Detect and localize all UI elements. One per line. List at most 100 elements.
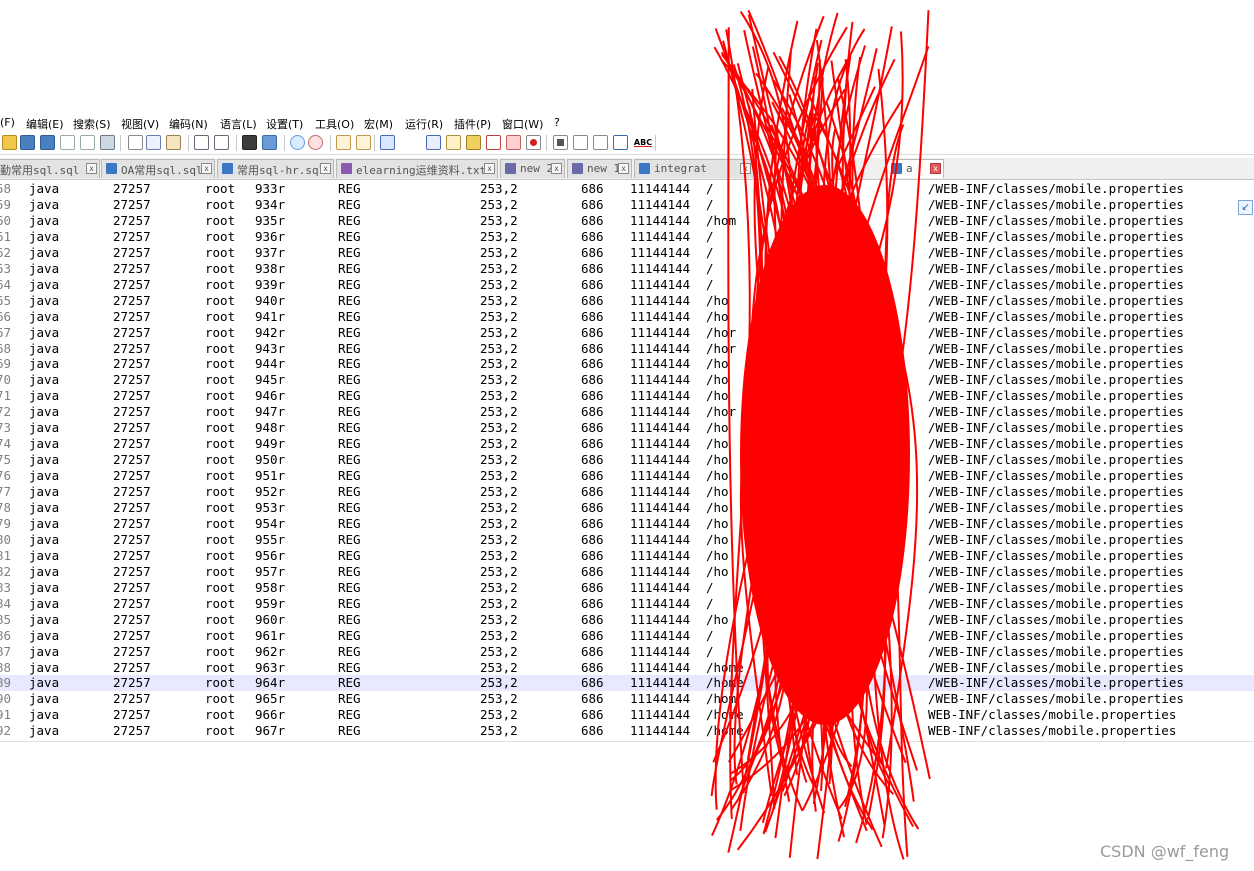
close-tab-icon[interactable]: x xyxy=(551,163,562,174)
menu-item-4[interactable]: 编码(N) xyxy=(169,116,208,132)
cut-icon[interactable] xyxy=(128,135,143,150)
editor-line[interactable]: 61 java 27257 root 936r REG 253,2 686 11144144 / /… xyxy=(0,229,1254,245)
monitor-icon[interactable] xyxy=(506,135,521,150)
menu-item-11[interactable]: 窗口(W) xyxy=(502,116,543,132)
find-icon[interactable] xyxy=(242,135,257,150)
menu-item-7[interactable]: 工具(O) xyxy=(315,116,354,132)
editor-line[interactable]: 90 java 27257 root 965r REG 253,2 686 11144144/h… xyxy=(0,691,1254,707)
editor-area[interactable]: 58java27257root933rREG253,268611144144//… xyxy=(0,180,1254,740)
editor-line[interactable]: 77 java 27257 root 952r REG 253,2 686 11144144/h… xyxy=(0,484,1254,500)
copy-icon[interactable] xyxy=(146,135,161,150)
editor-line-current[interactable]: 89 java 27257 root 964r REG 253,2 686 11144144/h… xyxy=(0,675,1254,692)
editor-line[interactable]: 84 java 27257 root 959r REG 253,2 686 11144144 / /… xyxy=(0,596,1254,612)
stop-record-icon[interactable] xyxy=(553,135,568,150)
editor-line[interactable]: 78 java 27257 root 953r REG 253,2 686 11144144/h… xyxy=(0,500,1254,516)
menu-item-3[interactable]: 视图(V) xyxy=(121,116,159,132)
tab-5[interactable]: new 1x xyxy=(567,159,632,178)
editor-line[interactable]: 75 java 27257 root 950r REG 253,2 686 11144144/h… xyxy=(0,452,1254,468)
close-icon[interactable] xyxy=(60,135,75,150)
editor-line[interactable]: 68 java 27257 root 943r REG 253,2 686 11144144/h… xyxy=(0,341,1254,357)
menu-item-9[interactable]: 运行(R) xyxy=(405,116,443,132)
editor-line[interactable]: 72 java 27257 root 947r REG 253,2 686 11144144/h… xyxy=(0,404,1254,420)
tab-7[interactable]: ax xyxy=(886,159,944,178)
paste-icon[interactable] xyxy=(166,135,181,150)
close-tab-icon[interactable]: x xyxy=(320,163,331,174)
editor-line[interactable]: 88 java 27257 root 963r REG 253,2 686 11144144/h… xyxy=(0,660,1254,676)
editor-line[interactable]: 67 java 27257 root 942r REG 253,2 686 11144144/h… xyxy=(0,325,1254,341)
tab-1[interactable]: OA常用sql.sql x xyxy=(101,159,215,178)
editor-line[interactable]: 60 java 27257 root 935r REG 253,2 686 11144144/h… xyxy=(0,213,1254,229)
save-icon[interactable] xyxy=(20,135,35,150)
close-tab-icon[interactable]: x xyxy=(86,163,97,174)
menu-item-6[interactable]: 设置(T) xyxy=(266,116,303,132)
editor-line[interactable]: 71 java 27257 root 946r REG 253,2 686 11144144/h… xyxy=(0,388,1254,404)
tab-3[interactable]: elearning运维资料.txt x xyxy=(336,159,498,178)
menu-item-8[interactable]: 宏(M) xyxy=(364,116,393,132)
sync-horizontal-icon[interactable] xyxy=(356,135,371,150)
editor-line[interactable]: 92 java 27257 root 967r REG 253,2 686 11144144/h… xyxy=(0,723,1254,739)
editor-line[interactable]: 65 java 27257 root 940r REG 253,2 686 11144144/h… xyxy=(0,293,1254,309)
word-wrap-icon[interactable] xyxy=(380,135,395,150)
editor-line[interactable]: 80 java 27257 root 955r REG 253,2 686 11144144/h… xyxy=(0,532,1254,548)
spell-check-icon[interactable]: ABC xyxy=(633,135,653,150)
record-macro-icon[interactable] xyxy=(526,135,541,150)
user-cell: root xyxy=(205,292,236,308)
menu-item-2[interactable]: 搜索(S) xyxy=(73,116,111,132)
tab-2[interactable]: 常用sql-hr.sql x xyxy=(217,159,334,178)
indent-guide-icon[interactable] xyxy=(426,135,441,150)
editor-line[interactable]: 70 java 27257 root 945r REG 253,2 686 11144144/h… xyxy=(0,372,1254,388)
close-tab-icon[interactable]: x xyxy=(740,163,751,174)
print-icon[interactable] xyxy=(100,135,115,150)
pid-cell: 27257 xyxy=(113,723,151,739)
editor-line[interactable]: 63 java 27257 root 938r REG 253,2 686 11144144 / /… xyxy=(0,261,1254,277)
editor-line[interactable]: 82 java 27257 root 957r REG 253,2 686 11144144/h… xyxy=(0,564,1254,580)
show-all-chars-icon[interactable] xyxy=(400,135,415,150)
save-macro-icon[interactable] xyxy=(613,135,628,150)
save-all-icon[interactable] xyxy=(40,135,55,150)
open-folder-icon[interactable] xyxy=(2,135,17,150)
function-list-icon[interactable] xyxy=(466,135,481,150)
editor-line[interactable]: 58 java 27257 root 933r REG 253,2 686 11144144 / /… xyxy=(0,181,1254,197)
close-all-icon[interactable] xyxy=(80,135,95,150)
editor-line[interactable]: 76 java 27257 root 951r REG 253,2 686 11144144/h… xyxy=(0,468,1254,484)
editor-line[interactable]: 91 java 27257 root 966r REG 253,2 686 11144144/h… xyxy=(0,707,1254,723)
tab-0[interactable]: 考勤常用sql.sql x xyxy=(0,159,100,178)
editor-line[interactable]: 66 java 27257 root 941r REG 253,2 686 11144144/h… xyxy=(0,309,1254,325)
menu-item-12[interactable]: ? xyxy=(554,116,560,129)
tab-4[interactable]: new 2x xyxy=(500,159,565,178)
run-macro-multiple-icon[interactable] xyxy=(593,135,608,150)
node-cell: 11144144 xyxy=(630,707,691,723)
editor-line[interactable]: 83 java 27257 root 958r REG 253,2 686 11144144 / /… xyxy=(0,580,1254,596)
replace-icon[interactable] xyxy=(262,135,277,150)
user-cell: root xyxy=(205,500,236,515)
editor-line[interactable]: 81 java 27257 root 956r REG 253,2 686 11144144/h… xyxy=(0,548,1254,564)
undo-icon[interactable] xyxy=(194,135,209,150)
restore-view-icon[interactable]: ↙ xyxy=(1238,200,1253,215)
folder-workspace-icon[interactable] xyxy=(486,135,501,150)
zoom-out-icon[interactable] xyxy=(308,135,323,150)
close-tab-icon[interactable]: x xyxy=(930,163,941,174)
editor-line[interactable]: 86 java 27257 root 961r REG 253,2 686 11144144 / /… xyxy=(0,628,1254,644)
editor-line[interactable]: 59 java 27257 root 934r REG 253,2 686 11144144 / /… xyxy=(0,197,1254,213)
menu-item-5[interactable]: 语言(L) xyxy=(220,116,257,132)
close-tab-icon[interactable]: x xyxy=(484,163,495,174)
sync-vertical-icon[interactable] xyxy=(336,135,351,150)
menu-item-1[interactable]: 编辑(E) xyxy=(26,116,64,132)
zoom-in-icon[interactable] xyxy=(290,135,305,150)
editor-line[interactable]: 73 java 27257 root 948r REG 253,2 686 11144144/h… xyxy=(0,420,1254,436)
editor-line[interactable]: 74 java 27257 root 949r REG 253,2 686 11144144/h… xyxy=(0,436,1254,452)
editor-line[interactable]: 64 java 27257 root 939r REG 253,2 686 11144144 / /… xyxy=(0,277,1254,293)
close-tab-icon[interactable]: x xyxy=(618,163,629,174)
tab-6[interactable]: integrat x xyxy=(634,159,754,178)
close-tab-icon[interactable]: x xyxy=(201,163,212,174)
editor-line[interactable]: 69 java 27257 root 944r REG 253,2 686 11144144/h… xyxy=(0,356,1254,372)
editor-line[interactable]: 79 java 27257 root 954r REG 253,2 686 11144144/h… xyxy=(0,516,1254,532)
menu-item-0[interactable]: (F) xyxy=(0,116,15,129)
editor-line[interactable]: 85 java 27257 root 960r REG 253,2 686 11144144/h… xyxy=(0,612,1254,628)
play-macro-icon[interactable] xyxy=(573,135,588,150)
doc-map-icon[interactable] xyxy=(446,135,461,150)
redo-icon[interactable] xyxy=(214,135,229,150)
editor-line[interactable]: 87 java 27257 root 962r REG 253,2 686 11144144 / /… xyxy=(0,644,1254,660)
editor-line[interactable]: 62 java 27257 root 937r REG 253,2 686 11144144 / /… xyxy=(0,245,1254,261)
menu-item-10[interactable]: 插件(P) xyxy=(454,116,491,132)
